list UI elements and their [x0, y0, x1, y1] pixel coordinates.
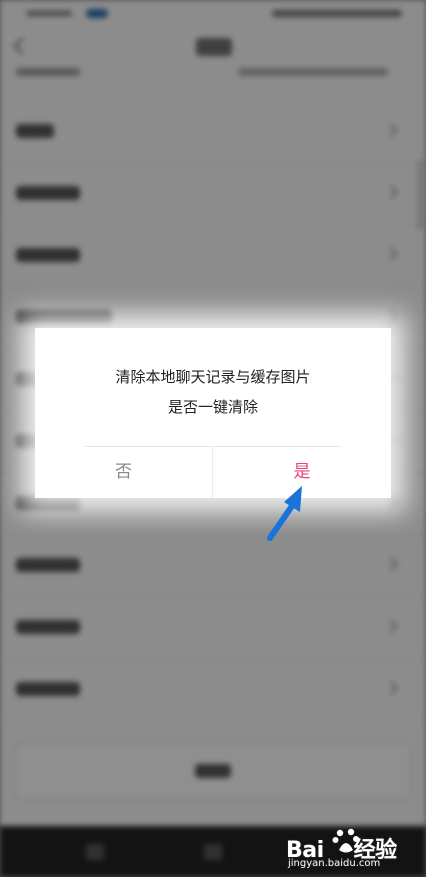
dialog-message: 清除本地聊天记录与缓存图片 是否一键清除	[35, 362, 391, 422]
dialog-message-line1: 清除本地聊天记录与缓存图片	[115, 368, 311, 386]
baidu-jingyan-watermark: Bai 经验 jingyan.baidu.com	[286, 822, 416, 874]
baidu-paw-icon	[332, 828, 359, 853]
cancel-button[interactable]: 否	[35, 447, 212, 498]
watermark-domain: jingyan.baidu.com	[288, 858, 381, 869]
dialog-message-line2: 是否一键清除	[167, 398, 258, 416]
pointer-arrow-icon	[267, 486, 302, 541]
clear-cache-dialog: 清除本地聊天记录与缓存图片 是否一键清除 否 是	[35, 328, 391, 498]
